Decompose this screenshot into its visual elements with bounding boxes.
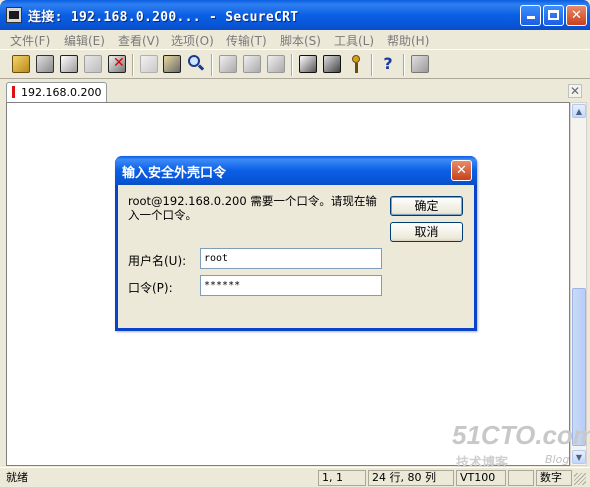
reconnect-icon[interactable] xyxy=(84,55,102,73)
print-setup-icon[interactable] xyxy=(267,55,285,73)
global-options-icon[interactable] xyxy=(323,55,341,73)
watermark-logo: 51CTO.com xyxy=(452,420,590,450)
status-ready: 就绪 xyxy=(6,471,28,484)
close-icon: ✕ xyxy=(456,163,467,178)
status-numlock: 数字 xyxy=(536,470,572,486)
cancel-button[interactable]: 取消 xyxy=(390,222,463,242)
minimize-button[interactable] xyxy=(520,5,541,26)
maximize-button[interactable] xyxy=(543,5,564,26)
connect-in-tab-icon[interactable] xyxy=(60,55,78,73)
minimize-icon xyxy=(526,16,535,19)
scroll-down-button[interactable]: ▼ xyxy=(572,450,586,464)
status-blank xyxy=(508,470,534,486)
menu-options[interactable]: 选项(O) xyxy=(171,32,214,49)
scroll-up-button[interactable]: ▲ xyxy=(572,104,586,118)
dialog-close-button[interactable]: ✕ xyxy=(451,160,472,181)
password-label: 口令(P): xyxy=(128,281,173,295)
title-bar[interactable]: 连接: 192.168.0.200... - SecureCRT ✕ xyxy=(0,0,590,30)
status-emulation: VT100 xyxy=(456,470,506,486)
close-tab-button[interactable]: ✕ xyxy=(568,84,582,98)
window-title: 连接: 192.168.0.200... - SecureCRT xyxy=(28,10,299,25)
securecrt-terminal-icon[interactable] xyxy=(6,7,22,23)
menu-transfer[interactable]: 传输(T) xyxy=(226,32,267,49)
tab-bar: 192.168.0.200 ✕ xyxy=(0,80,590,102)
keymap-icon[interactable] xyxy=(347,55,365,73)
chevron-down-icon: ▼ xyxy=(575,453,583,462)
status-bar: 就绪 1, 1 24 行, 80 列 VT100 数字 xyxy=(0,467,590,487)
username-field[interactable]: root xyxy=(200,248,382,269)
dialog-message: root@192.168.0.200 需要一个口令。请现在输入一个口令。 xyxy=(128,194,377,222)
print-selection-icon[interactable] xyxy=(243,55,261,73)
vertical-scrollbar[interactable]: ▲ ▼ xyxy=(570,102,587,466)
menu-script[interactable]: 脚本(S) xyxy=(280,32,321,49)
chevron-up-icon: ▲ xyxy=(575,107,583,116)
copy-icon[interactable] xyxy=(140,55,158,73)
toolbar: ✕ ? xyxy=(0,49,590,79)
sftp-icon[interactable] xyxy=(411,55,429,73)
find-icon[interactable] xyxy=(187,55,205,73)
menu-file[interactable]: 文件(F) xyxy=(10,32,50,49)
username-label: 用户名(U): xyxy=(128,254,187,268)
disconnect-icon[interactable]: ✕ xyxy=(108,55,126,73)
menu-view[interactable]: 查看(V) xyxy=(118,32,160,49)
close-button[interactable]: ✕ xyxy=(566,5,587,26)
connect-icon[interactable] xyxy=(12,55,30,73)
ok-button[interactable]: 确定 xyxy=(390,196,463,216)
status-rows-cols: 24 行, 80 列 xyxy=(368,470,454,486)
menu-help[interactable]: 帮助(H) xyxy=(387,32,429,49)
resize-grip-icon[interactable] xyxy=(574,473,586,485)
watermark-blog: Blog xyxy=(545,453,570,466)
maximize-icon xyxy=(548,10,559,20)
session-tab-label: 192.168.0.200 xyxy=(21,86,102,99)
menu-tools[interactable]: 工具(L) xyxy=(334,32,374,49)
close-icon: ✕ xyxy=(571,8,582,23)
password-field[interactable]: ****** xyxy=(200,275,382,296)
password-dialog: 输入安全外壳口令 ✕ root@192.168.0.200 需要一个口令。请现在… xyxy=(115,156,477,331)
help-icon[interactable]: ? xyxy=(379,55,397,73)
dialog-title-bar[interactable]: 输入安全外壳口令 ✕ xyxy=(115,156,477,185)
quick-connect-icon[interactable] xyxy=(36,55,54,73)
close-icon: ✕ xyxy=(569,84,581,98)
status-cursor-position: 1, 1 xyxy=(318,470,366,486)
paste-icon[interactable] xyxy=(163,55,181,73)
session-tab[interactable]: 192.168.0.200 xyxy=(6,82,107,102)
tab-status-indicator xyxy=(12,86,15,98)
session-options-icon[interactable] xyxy=(299,55,317,73)
menu-edit[interactable]: 编辑(E) xyxy=(64,32,105,49)
dialog-title: 输入安全外壳口令 xyxy=(122,166,227,181)
print-icon[interactable] xyxy=(219,55,237,73)
menu-bar: 文件(F) 编辑(E) 查看(V) 选项(O) 传输(T) 脚本(S) 工具(L… xyxy=(0,30,590,49)
